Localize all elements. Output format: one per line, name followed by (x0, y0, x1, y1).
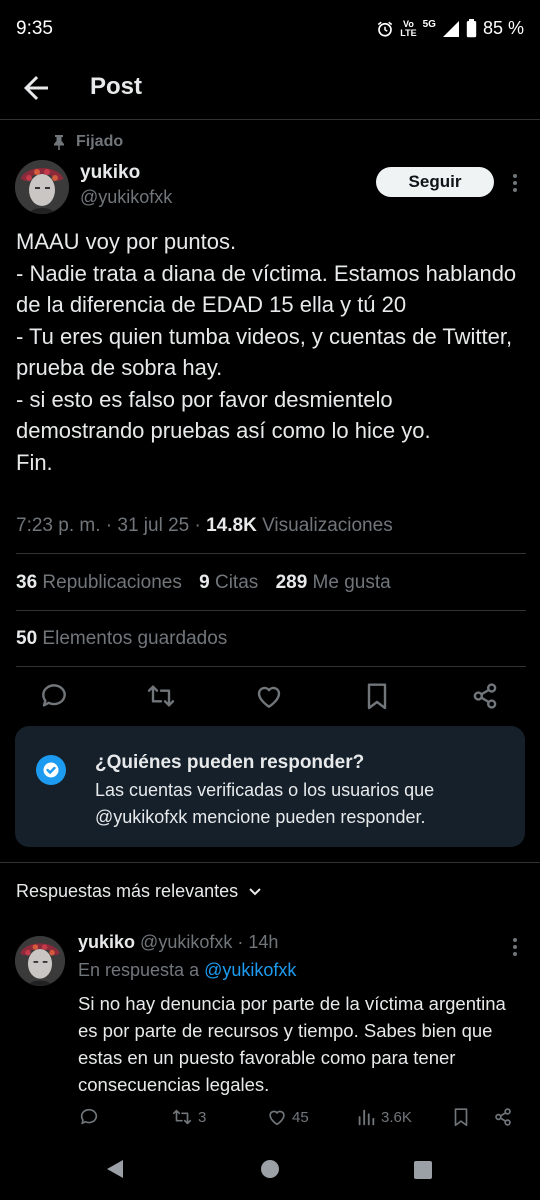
verified-check-icon (33, 752, 69, 788)
likes-count: 289 (275, 572, 308, 593)
like-button[interactable] (253, 680, 285, 712)
tweet-action-bar (0, 676, 540, 716)
retweet-icon (172, 1109, 192, 1125)
views-count: 14.8K (206, 515, 257, 536)
reply-restriction-text: Las cuentas verificadas o los usuarios q… (95, 780, 435, 827)
bookmark-icon (454, 1108, 468, 1127)
bookmarks-label: Elementos guardados (42, 628, 228, 649)
tweet-text: MAAU voy por puntos. - Nadie trata a dia… (16, 229, 517, 475)
alarm-icon (378, 21, 393, 37)
top-app-bar: Post (0, 58, 540, 120)
heart-icon (257, 686, 281, 708)
arrow-left-icon (24, 76, 48, 100)
reply-bookmark-button[interactable] (450, 1106, 472, 1128)
bookmark-icon (367, 683, 387, 710)
volte-icon: Vo LTE (400, 18, 417, 38)
pinned-indicator: Fijado (52, 133, 123, 151)
author-handle[interactable]: @yukikofxk (80, 187, 172, 208)
more-vertical-icon (513, 174, 517, 192)
network-label: 5G (422, 19, 436, 30)
quotes-stat[interactable]: 9 Citas (199, 572, 258, 593)
circle-home-icon (261, 1160, 279, 1178)
reply-restriction-notice: ¿Quiénes pueden responder? Las cuentas v… (15, 726, 525, 847)
reply-header: yukiko @yukikofxk · 14h (78, 932, 278, 953)
reply-like-button[interactable]: 45 (266, 1106, 309, 1128)
likes-stat[interactable]: 289 Me gusta (276, 572, 391, 593)
status-time: 9:35 (16, 18, 53, 39)
triangle-back-icon (107, 1160, 123, 1178)
reply-reply-button[interactable] (78, 1106, 100, 1128)
reply-handle-time: @yukikofxk · 14h (140, 932, 279, 952)
status-bar: 9:35 Vo LTE 5G 85 % (0, 0, 540, 58)
tweet-timestamp[interactable]: 7:23 p. m. · 31 jul 25 · (16, 515, 206, 536)
replies-sort-dropdown[interactable]: Respuestas más relevantes (16, 881, 262, 902)
divider (0, 862, 540, 863)
tweet-meta: 7:23 p. m. · 31 jul 25 · 14.8K Visualiza… (16, 515, 393, 537)
reply-more-options-button[interactable] (505, 932, 525, 962)
views-label: Visualizaciones (262, 515, 393, 536)
retweet-button[interactable] (145, 680, 177, 712)
bookmarks-count: 50 (16, 628, 38, 649)
reply-views-count: 3.6K (381, 1108, 412, 1126)
author-name[interactable]: yukiko (80, 162, 140, 184)
reply-to-handle[interactable]: @yukikofxk (204, 960, 296, 980)
retweets-stat[interactable]: 36 Republicaciones (16, 572, 182, 593)
divider (16, 553, 526, 554)
reply-share-button[interactable] (492, 1106, 514, 1128)
reply-likes-count: 45 (292, 1108, 309, 1126)
share-icon (473, 683, 497, 709)
pin-icon (54, 135, 64, 150)
follow-button[interactable]: Seguir (376, 167, 494, 197)
likes-label: Me gusta (312, 572, 391, 593)
system-navigation-bar (0, 1140, 540, 1200)
divider (16, 666, 526, 667)
avatar-image (15, 936, 65, 986)
chevron-down-icon (249, 887, 261, 895)
battery-percent: 85 % (482, 18, 524, 38)
reply-restriction-title: ¿Quiénes pueden responder? (95, 752, 365, 773)
reply-author-name[interactable]: yukiko (78, 932, 135, 952)
reply-text: Si no hay denuncia por parte de la vícti… (78, 993, 506, 1095)
reply-views-button[interactable]: 3.6K (355, 1106, 412, 1128)
avatar-image (15, 160, 69, 214)
comment-icon (80, 1108, 98, 1125)
nav-recents-button[interactable] (413, 1160, 433, 1185)
sort-label: Respuestas más relevantes (16, 881, 239, 901)
bar-chart-icon (358, 1109, 375, 1126)
share-button[interactable] (469, 680, 501, 712)
status-icons: Vo LTE 5G 85 % (376, 18, 524, 39)
signal-icon (442, 20, 459, 37)
square-recents-icon (414, 1161, 432, 1179)
retweets-count: 36 (16, 572, 38, 593)
quotes-label: Citas (214, 572, 259, 593)
reply-retweet-button[interactable]: 3 (170, 1106, 206, 1128)
more-vertical-icon (513, 938, 517, 956)
more-options-button[interactable] (505, 168, 525, 198)
pinned-label: Fijado (76, 133, 124, 150)
bookmark-button[interactable] (361, 680, 393, 712)
reply-to-prefix: En respuesta a (78, 960, 205, 980)
reply-avatar[interactable] (15, 936, 65, 986)
share-icon (495, 1108, 511, 1126)
comment-icon (42, 684, 66, 707)
nav-home-button[interactable] (259, 1158, 281, 1185)
heart-icon (269, 1110, 285, 1126)
nav-back-button[interactable] (104, 1158, 126, 1185)
battery-icon (466, 19, 477, 38)
reply-retweets-count: 3 (198, 1108, 207, 1126)
reply-button[interactable] (38, 680, 70, 712)
retweet-icon (147, 685, 175, 707)
divider (16, 610, 526, 611)
avatar[interactable] (15, 160, 69, 214)
back-button[interactable] (18, 70, 54, 106)
reply-action-bar: 3 45 3.6K (0, 1100, 540, 1140)
page-title: Post (90, 73, 143, 100)
reply-context: En respuesta a @yukikofxk (78, 960, 296, 981)
bookmarks-stat[interactable]: 50 Elementos guardados (16, 628, 227, 650)
engagement-stats: 36 Republicaciones 9 Citas 289 Me gusta (16, 572, 391, 594)
retweets-label: Republicaciones (42, 572, 182, 593)
quotes-count: 9 (199, 572, 210, 593)
